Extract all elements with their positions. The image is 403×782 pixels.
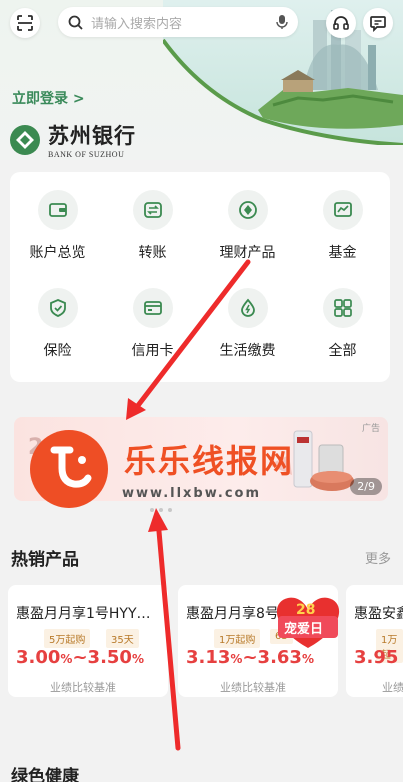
badge-number: 28 [296,602,315,618]
service-label: 保险 [43,343,72,359]
fund-chart-icon [333,202,352,217]
search-bar[interactable]: 请输入搜索内容 [58,7,298,37]
service-fund[interactable]: 基金 [295,172,390,268]
bank-logo: 苏州银行 BANK OF SUZHOU [10,120,136,159]
finance-icon [238,201,257,219]
service-label: 理财产品 [219,245,276,261]
service-label: 转账 [138,245,167,261]
microphone-icon[interactable] [276,14,288,30]
service-label: 生活缴费 [219,343,276,359]
search-placeholder: 请输入搜索内容 [91,16,183,32]
service-account-overview[interactable]: 账户总览 [10,172,105,268]
wallet-icon [48,203,67,217]
customer-service-button[interactable] [326,8,356,38]
green-health-title: 绿色健康 [11,767,79,782]
product-tag: 1万起购 [214,629,261,648]
service-finance[interactable]: 理财产品 [200,172,295,268]
service-label: 信用卡 [131,343,174,359]
product-rate-label: 业绩比较基准 [50,681,116,694]
banner-dots [150,508,172,512]
bank-name-en: BANK OF SUZHOU [48,150,125,159]
service-utility[interactable]: 生活缴费 [200,270,295,366]
service-transfer[interactable]: 转账 [105,172,200,268]
product-tag: 35天 [106,629,139,648]
transfer-icon [143,202,162,218]
scan-button[interactable] [10,8,40,38]
grid-icon [333,299,352,317]
service-all[interactable]: 全部 [295,270,390,366]
more-link[interactable]: 更多 [365,548,391,567]
product-tag: 5万起购 [44,629,91,648]
watermark-text: 乐乐线报网 [124,442,295,480]
credit-card-icon [143,301,162,315]
product-rate-label: 业绩比较基准 [220,681,286,694]
login-link[interactable]: 立即登录 > [12,88,85,108]
product-name: 惠盈月月享1号HYY… [16,606,151,622]
services-grid: 账户总览 转账 理财产品 基金 保险 信用卡 生活缴费 全部 [10,172,390,382]
watermark-url: www.llxbw.com [122,486,262,501]
bank-name-cn: 苏州银行 [48,123,136,148]
hot-products-title: 热销产品 [11,550,79,570]
product-card[interactable]: 惠盈月月享1号HYY… 5万起购 35天 3.00%~3.50% 业绩比较基准 [8,585,168,697]
watermark-logo-icon [30,430,108,508]
service-label: 账户总览 [29,245,86,261]
product-rate-label: 业绩 [382,681,403,694]
message-button[interactable] [363,8,393,38]
product-rate: 3.00%~3.50% [16,647,144,668]
badge-label: 宠爱日 [284,621,323,637]
water-drop-icon [240,298,255,317]
message-icon [370,16,386,32]
product-card[interactable]: 惠盈安鑫 1万起 3.95 业绩 [346,585,403,697]
shield-check-icon [49,299,66,317]
hero-header: 请输入搜索内容 立即登录 > 苏州银行 BANK OF SUZHOU [0,0,403,160]
scan-icon [17,15,33,31]
headset-icon [333,16,349,30]
logo-mark-icon [10,124,40,155]
product-name: 惠盈安鑫 [354,606,403,622]
watermark: 乐乐线报网 www.llxbw.com [30,430,360,510]
heart-badge-icon: 28 宠爱日 [276,597,340,648]
service-credit-card[interactable]: 信用卡 [105,270,200,366]
service-label: 全部 [328,343,357,359]
ad-tag: 广告 [361,424,380,434]
product-rate: 3.95 [354,647,399,668]
service-label: 基金 [328,245,357,261]
search-icon [68,15,83,30]
service-insurance[interactable]: 保险 [10,270,105,366]
